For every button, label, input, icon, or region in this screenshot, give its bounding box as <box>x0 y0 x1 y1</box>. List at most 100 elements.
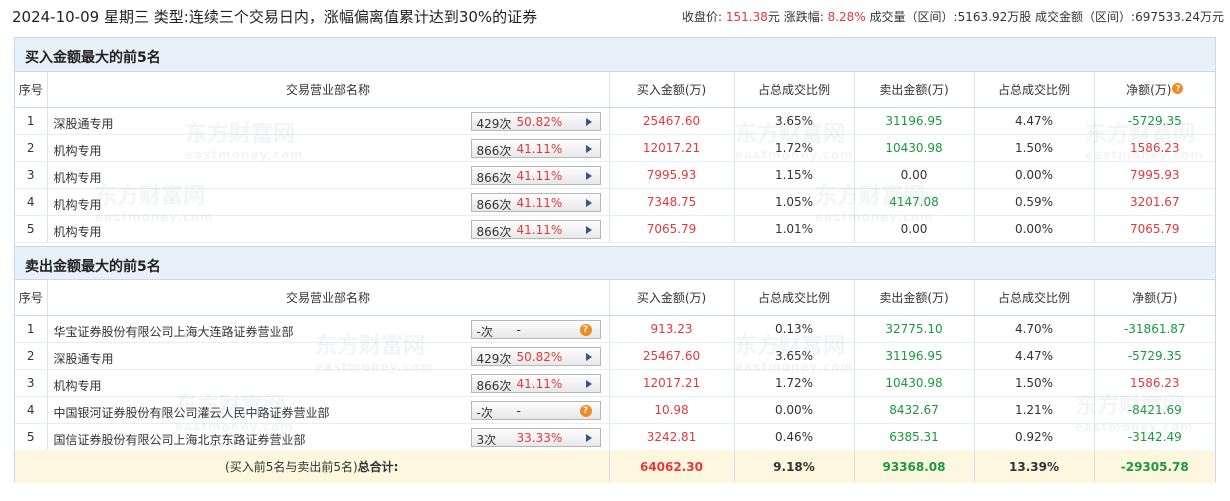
row-index: 5 <box>15 423 48 451</box>
broker-stats-badge[interactable]: 866次 41.11% <box>470 138 601 158</box>
buy-section-title: 买入金额最大的前5名 <box>25 50 161 66</box>
broker-name-link[interactable]: 深股通专用 <box>54 350 114 367</box>
row-index: 1 <box>15 107 48 135</box>
top-info-bar: 2024-10-09 星期三 类型:连续三个交易日内，涨幅偏离值累计达到30%的… <box>0 0 1230 32</box>
total-label-prefix: (买入前5名与卖出前5名) <box>225 460 358 474</box>
play-arrow-icon[interactable] <box>585 117 592 126</box>
play-arrow-icon[interactable] <box>585 225 592 234</box>
col-sell: 卖出金额(万) <box>854 280 975 316</box>
broker-stats-badge[interactable]: 866次 41.11% <box>470 192 601 212</box>
table-row: 1 深股通专用 429次 50.82% 25467.60 3.65% 31196.95 4.4… <box>15 107 1215 135</box>
broker-name-link[interactable]: 国信证券股份有限公司上海北京东路证券营业部 <box>54 431 306 448</box>
broker-stats-badge[interactable]: 429次 50.82% <box>470 346 601 366</box>
broker-win-rate: 41.11% <box>516 195 563 210</box>
broker-win-rate: 41.11% <box>516 168 563 183</box>
table-row: 5 国信证券股份有限公司上海北京东路证券营业部 3次 33.33% 3242.81 0.4… <box>15 423 1215 451</box>
table-row: 2 深股通专用 429次 50.82% 25467.60 3.65% 31196.95 4.4… <box>15 342 1215 370</box>
broker-listing-count: 866次 <box>476 378 512 393</box>
col-sell: 卖出金额(万) <box>854 72 975 108</box>
net-amount: -5729.35 <box>1094 342 1215 370</box>
col-name: 交易营业部名称 <box>47 72 610 108</box>
sell-amount: 31196.95 <box>854 107 975 135</box>
total-table: (买入前5名与卖出前5名)总合计: 64062.30 9.18% 93368.0… <box>15 450 1215 483</box>
broker-win-rate: 41.11% <box>516 376 563 391</box>
col-name: 交易营业部名称 <box>47 280 610 316</box>
sell-ratio: 4.47% <box>974 342 1095 370</box>
sell-amount: 10430.98 <box>854 369 975 397</box>
row-index: 3 <box>15 161 48 189</box>
sell-ratio: 4.47% <box>974 107 1095 135</box>
play-arrow-icon[interactable] <box>585 144 592 153</box>
buy-amount: 3242.81 <box>609 423 735 451</box>
volume-value: 5163.92万股 <box>957 10 1032 24</box>
broker-cell: 机构专用 866次 41.11% <box>47 369 610 397</box>
net-amount: 1586.23 <box>1094 134 1215 162</box>
sell-amount: 0.00 <box>854 161 975 189</box>
broker-cell: 深股通专用 429次 50.82% <box>47 342 610 370</box>
buy-ratio: 1.72% <box>734 134 855 162</box>
broker-win-rate: 50.82% <box>516 114 563 129</box>
broker-name-link[interactable]: 深股通专用 <box>54 115 114 132</box>
broker-listing-count: -次 <box>476 324 493 339</box>
broker-listing-count: 429次 <box>476 351 512 366</box>
col-net: 净额(万)? <box>1094 72 1215 108</box>
help-icon[interactable]: ? <box>579 323 592 336</box>
help-icon[interactable]: ? <box>1172 82 1184 94</box>
broker-cell: 机构专用 866次 41.11% <box>47 161 610 189</box>
broker-win-rate: 41.11% <box>516 141 563 156</box>
sell-section-title: 卖出金额最大的前5名 <box>25 259 161 275</box>
table-row: 4 机构专用 866次 41.11% 7348.75 1.05% 4147.08 0.59% 3… <box>15 188 1215 216</box>
row-index: 1 <box>15 315 48 343</box>
buy-ratio: 3.65% <box>734 342 855 370</box>
close-label: 收盘价: <box>682 10 723 24</box>
broker-stats-badge[interactable]: 866次 41.11% <box>470 373 601 393</box>
broker-name-link[interactable]: 中国银河证券股份有限公司灌云人民中路证券营业部 <box>54 404 330 421</box>
sell-amount: 6385.31 <box>854 423 975 451</box>
broker-stats-badge[interactable]: -次 -? <box>470 319 601 339</box>
broker-stats-badge[interactable]: 3次 33.33% <box>470 427 601 447</box>
buy-ratio: 3.65% <box>734 107 855 135</box>
broker-stats-badge[interactable]: 866次 41.11% <box>470 165 601 185</box>
broker-name-link[interactable]: 机构专用 <box>54 169 102 186</box>
broker-stats-badge[interactable]: 866次 41.11% <box>470 219 601 239</box>
sell-table: 序号 交易营业部名称 买入金额(万) 占总成交比例 卖出金额(万) 占总成交比例… <box>15 280 1215 451</box>
type-text: 连续三个交易日内，涨幅偏离值累计达到30%的证券 <box>188 8 538 26</box>
broker-name-link[interactable]: 机构专用 <box>54 377 102 394</box>
play-arrow-icon[interactable] <box>585 198 592 207</box>
buy-table: 序号 交易营业部名称 买入金额(万) 占总成交比例 卖出金额(万) 占总成交比例… <box>15 72 1215 243</box>
buy-ratio: 0.00% <box>734 396 855 424</box>
broker-listing-count: -次 <box>476 405 493 420</box>
sell-amount: 0.00 <box>854 215 975 243</box>
play-arrow-icon[interactable] <box>585 379 592 388</box>
total-label-bold: 总合计: <box>357 460 399 474</box>
change-value: 8.28% <box>827 10 866 24</box>
net-amount: -8421.69 <box>1094 396 1215 424</box>
sell-amount: 4147.08 <box>854 188 975 216</box>
sell-amount: 8432.67 <box>854 396 975 424</box>
help-icon[interactable]: ? <box>579 404 592 417</box>
net-amount: -3142.49 <box>1094 423 1215 451</box>
broker-cell: 中国银河证券股份有限公司灌云人民中路证券营业部 -次 -? <box>47 396 610 424</box>
sell-ratio: 1.21% <box>974 396 1095 424</box>
total-net: -29305.78 <box>1094 450 1215 483</box>
table-row: 2 机构专用 866次 41.11% 12017.21 1.72% 10430.98 1.50… <box>15 134 1215 162</box>
broker-stats-badge[interactable]: -次 -? <box>470 400 601 420</box>
sell-ratio: 0.00% <box>974 215 1095 243</box>
play-arrow-icon[interactable] <box>585 171 592 180</box>
col-net-label: 净额(万) <box>1126 82 1172 97</box>
broker-name-link[interactable]: 机构专用 <box>54 196 102 213</box>
play-arrow-icon[interactable] <box>585 433 592 442</box>
broker-cell: 机构专用 866次 41.11% <box>47 134 610 162</box>
broker-name-link[interactable]: 机构专用 <box>54 223 102 240</box>
broker-stats-badge[interactable]: 429次 50.82% <box>470 111 601 131</box>
broker-cell: 华宝证券股份有限公司上海大连路证券营业部 -次 -? <box>47 315 610 343</box>
net-amount: -5729.35 <box>1094 107 1215 135</box>
play-arrow-icon[interactable] <box>585 352 592 361</box>
broker-name-link[interactable]: 机构专用 <box>54 142 102 159</box>
row-index: 2 <box>15 134 48 162</box>
broker-cell: 机构专用 866次 41.11% <box>47 215 610 243</box>
total-row: (买入前5名与卖出前5名)总合计: 64062.30 9.18% 93368.0… <box>15 450 1215 483</box>
broker-name-link[interactable]: 华宝证券股份有限公司上海大连路证券营业部 <box>54 323 294 340</box>
row-index: 4 <box>15 188 48 216</box>
buy-section-header: 买入金额最大的前5名 <box>15 38 1215 72</box>
